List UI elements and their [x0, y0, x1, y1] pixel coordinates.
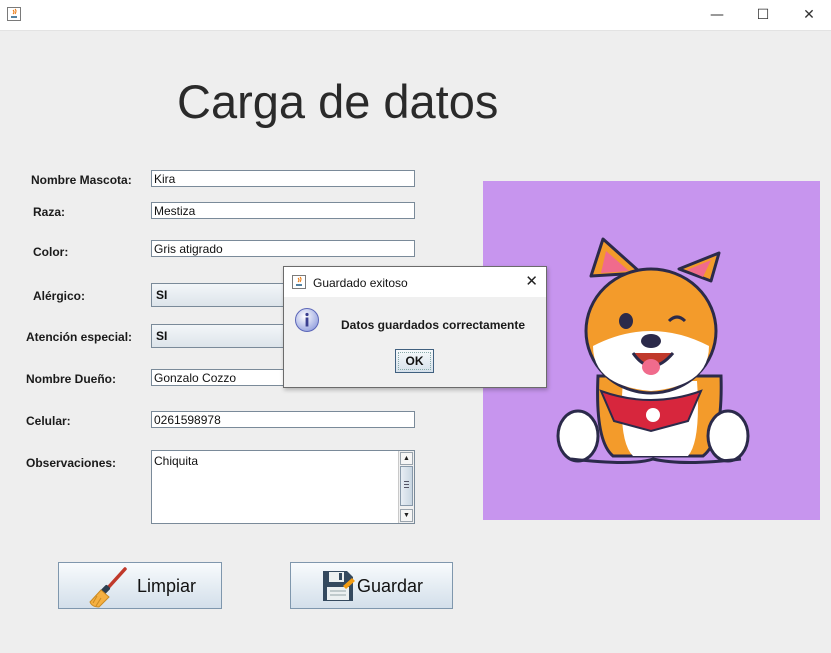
page-title: Carga de datos	[177, 75, 499, 128]
notes-scrollbar[interactable]: ▲ ▼	[398, 451, 414, 523]
special-care-select[interactable]: SI	[151, 324, 291, 348]
allergic-select[interactable]: SI	[151, 283, 291, 307]
owner-name-label: Nombre Dueño:	[26, 372, 116, 386]
dialog-message: Datos guardados correctamente	[341, 318, 526, 332]
info-icon	[295, 308, 319, 332]
success-dialog: Guardado exitoso ✕ Datos guardados corre…	[283, 266, 547, 388]
java-app-icon	[292, 275, 306, 289]
allergic-label: Alérgico:	[33, 289, 86, 303]
breed-field[interactable]: Mestiza	[151, 202, 415, 219]
phone-field[interactable]: 0261598978	[151, 411, 415, 428]
save-button[interactable]: Guardar	[290, 562, 453, 609]
color-label: Color:	[33, 245, 69, 259]
dialog-close-button[interactable]: ✕	[525, 272, 538, 290]
owner-name-field[interactable]: Gonzalo Cozzo	[151, 369, 291, 386]
ok-button[interactable]: OK	[395, 349, 434, 373]
pet-name-label: Nombre Mascota:	[31, 173, 132, 187]
color-field[interactable]: Gris atigrado	[151, 240, 415, 257]
scroll-up-icon[interactable]: ▲	[400, 452, 413, 465]
minimize-button[interactable]: —	[694, 0, 740, 30]
pet-name-field[interactable]: Kira	[151, 170, 415, 187]
close-button[interactable]: ✕	[786, 0, 831, 30]
java-app-icon	[7, 7, 21, 21]
broom-icon	[89, 567, 127, 608]
breed-label: Raza:	[33, 205, 66, 219]
clear-button-label: Limpiar	[137, 576, 197, 596]
clear-button[interactable]: Limpiar	[58, 562, 222, 609]
dialog-title: Guardado exitoso	[313, 276, 408, 290]
notes-text: Chiquita	[154, 454, 199, 468]
save-button-label: Guardar	[357, 576, 424, 596]
window-titlebar: — ☐ ✕	[0, 0, 831, 31]
notes-textarea[interactable]: Chiquita ▲ ▼	[151, 450, 415, 524]
maximize-button[interactable]: ☐	[740, 0, 786, 30]
special-care-label: Atención especial:	[26, 330, 133, 344]
scroll-thumb[interactable]	[400, 466, 413, 506]
phone-label: Celular:	[26, 414, 71, 428]
notes-label: Observaciones:	[26, 456, 117, 470]
dialog-titlebar: Guardado exitoso ✕	[284, 267, 546, 297]
scroll-down-icon[interactable]: ▼	[400, 509, 413, 522]
floppy-disk-icon	[323, 571, 355, 601]
